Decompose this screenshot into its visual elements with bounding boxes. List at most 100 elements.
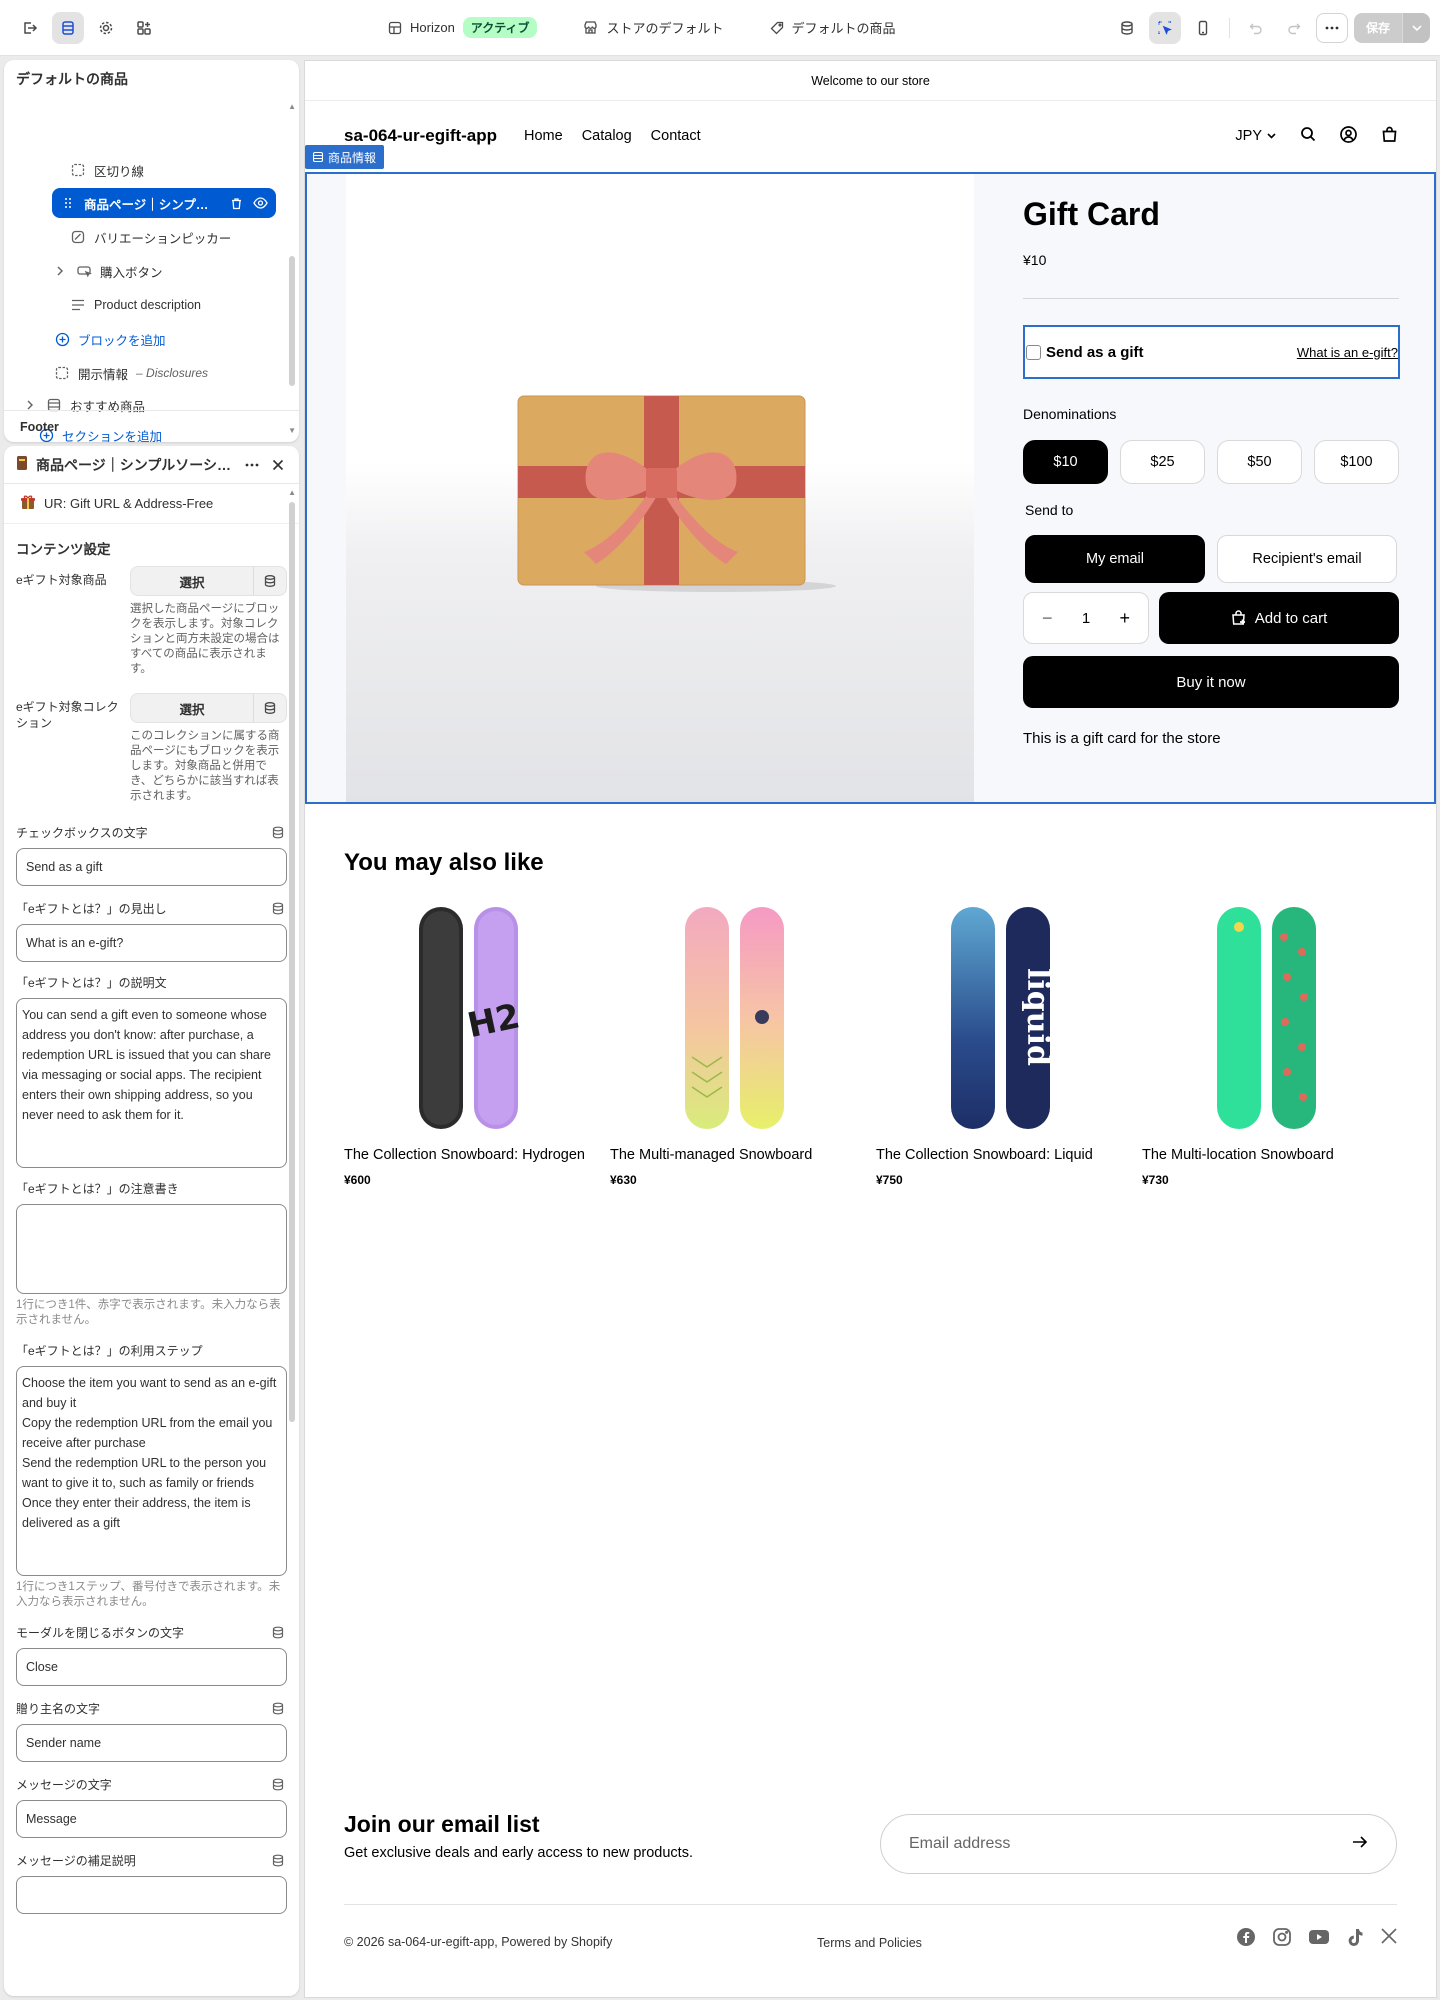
minus-icon[interactable]: − <box>1042 608 1053 629</box>
arrow-right-icon[interactable] <box>1352 1835 1368 1854</box>
terms-link[interactable]: Terms and Policies <box>817 1936 922 1950</box>
send-as-gift-checkbox[interactable] <box>1026 344 1041 360</box>
dynamic-source-icon[interactable] <box>269 826 287 839</box>
sender-name-input[interactable]: Sender name <box>16 1724 287 1762</box>
close-icon[interactable] <box>269 459 287 471</box>
tiktok-icon[interactable] <box>1346 1927 1364 1950</box>
tree-item-product-page-block[interactable]: 商品ページ｜シンプ… <box>52 188 276 218</box>
chevron-right-icon[interactable] <box>52 263 68 279</box>
select-collection-button[interactable]: 選択 <box>131 694 254 722</box>
what-is-egift-link[interactable]: What is an e-gift? <box>1297 345 1398 360</box>
section-label-tag[interactable]: 商品情報 <box>305 145 385 169</box>
dynamic-source-icon[interactable] <box>269 1702 287 1715</box>
dynamic-source-icon[interactable] <box>269 1778 287 1791</box>
checkbox-text-input[interactable]: Send as a gift <box>16 848 287 886</box>
select-product-button[interactable]: 選択 <box>131 567 254 595</box>
apps-icon[interactable] <box>128 12 160 44</box>
close-text-input[interactable]: Close <box>16 1648 287 1686</box>
youtube-icon[interactable] <box>1308 1927 1330 1950</box>
dynamic-source-icon[interactable] <box>269 1854 287 1867</box>
dynamic-source-icon[interactable] <box>254 694 286 722</box>
currency-selector[interactable]: JPY <box>1235 128 1276 144</box>
store-default-label: ストアのデフォルト <box>606 21 724 36</box>
email-field[interactable]: Email address <box>880 1814 1397 1874</box>
product-thumbnail[interactable] <box>1142 897 1390 1137</box>
inspector-cursor-icon[interactable] <box>1148 11 1181 44</box>
product-thumbnail[interactable]: liquid <box>876 897 1124 1137</box>
quantity-value[interactable]: 1 <box>1082 610 1090 627</box>
what-desc-textarea[interactable]: You can send a gift even to someone whos… <box>16 998 287 1168</box>
instagram-icon[interactable] <box>1272 1927 1292 1950</box>
buy-now-button[interactable]: Buy it now <box>1023 656 1399 708</box>
scroll-down-icon[interactable]: ▼ <box>288 426 296 435</box>
message-help-input[interactable] <box>16 1876 287 1914</box>
nav-contact[interactable]: Contact <box>651 128 701 144</box>
tree-item-buy-buttons[interactable]: 購入ボタン <box>52 256 163 286</box>
dynamic-source-icon[interactable] <box>269 902 287 915</box>
product-card-name[interactable]: The Collection Snowboard: Liquid <box>876 1147 1124 1163</box>
denomination-option[interactable]: $25 <box>1120 440 1205 484</box>
product-card[interactable]: The Multi-managed Snowboard ¥630 <box>610 897 858 1187</box>
nav-catalog[interactable]: Catalog <box>582 128 632 144</box>
scroll-up-icon[interactable]: ▲ <box>288 488 296 497</box>
store-default-selector[interactable]: ストアのデフォルト <box>575 12 731 43</box>
facebook-icon[interactable] <box>1236 1927 1256 1950</box>
theme-settings-gear-icon[interactable] <box>90 12 122 44</box>
eye-icon[interactable] <box>252 195 268 211</box>
tree-scrollbar[interactable] <box>289 256 295 386</box>
add-to-cart-button[interactable]: Add to cart <box>1159 592 1399 644</box>
message-input[interactable]: Message <box>16 1800 287 1838</box>
theme-selector[interactable]: Horizon アクティブ <box>380 11 545 44</box>
send-as-gift-box[interactable]: Send as a gift What is an e-gift? <box>1023 325 1400 379</box>
tree-item-product-description[interactable]: Product description <box>70 290 201 320</box>
denomination-option[interactable]: $10 <box>1023 440 1108 484</box>
product-card-name[interactable]: The Collection Snowboard: Hydrogen <box>344 1147 592 1163</box>
database-icon[interactable] <box>1111 12 1143 44</box>
denomination-option[interactable]: $100 <box>1314 440 1399 484</box>
product-default-selector[interactable]: デフォルトの商品 <box>762 12 904 43</box>
dynamic-source-icon[interactable] <box>269 1626 287 1639</box>
cart-icon[interactable] <box>1381 126 1398 147</box>
tree-item-variant-picker[interactable]: バリエーションピッカー <box>70 222 231 252</box>
product-card[interactable]: H2 The Collection Snowboard: Hydrogen ¥6… <box>344 897 592 1187</box>
product-thumbnail[interactable]: H2 <box>344 897 592 1137</box>
add-block-button[interactable]: ブロックを追加 <box>54 324 166 354</box>
send-to-my-email[interactable]: My email <box>1025 535 1205 583</box>
save-button[interactable]: 保存 <box>1353 12 1402 43</box>
plus-icon[interactable]: + <box>1119 608 1130 629</box>
search-icon[interactable] <box>1300 126 1316 146</box>
nav-home[interactable]: Home <box>524 128 563 144</box>
store-logo[interactable]: sa-064-ur-egift-app <box>344 126 497 146</box>
sections-icon[interactable] <box>52 11 84 44</box>
mobile-preview-icon[interactable] <box>1187 12 1219 44</box>
redo-icon[interactable] <box>1278 12 1310 44</box>
x-twitter-icon[interactable] <box>1380 1927 1398 1950</box>
undo-icon[interactable] <box>1240 12 1272 44</box>
settings-scrollbar[interactable] <box>289 502 295 1422</box>
tree-item-disclosures[interactable]: 開示情報 – Disclosures <box>54 358 208 388</box>
tree-title: デフォルトの商品 <box>16 71 128 87</box>
tree-item-divider[interactable]: 区切り線 <box>70 155 144 185</box>
dynamic-source-icon[interactable] <box>254 567 286 595</box>
what-note-textarea[interactable] <box>16 1204 287 1294</box>
product-info-section[interactable]: Gift Card ¥10 Send as a gift What is an … <box>305 172 1436 804</box>
product-card[interactable]: liquid The Collection Snowboard: Liquid … <box>876 897 1124 1187</box>
scroll-up-icon[interactable]: ▲ <box>288 102 296 111</box>
send-to-recipient-email[interactable]: Recipient's email <box>1217 535 1397 583</box>
what-heading-input[interactable]: What is an e-gift? <box>16 924 287 962</box>
product-thumbnail[interactable] <box>610 897 858 1137</box>
product-image[interactable] <box>346 174 974 802</box>
product-card-name[interactable]: The Multi-managed Snowboard <box>610 1147 858 1163</box>
drag-handle-icon[interactable] <box>60 195 76 211</box>
product-card-name[interactable]: The Multi-location Snowboard <box>1142 1147 1390 1163</box>
ellipsis-icon[interactable] <box>243 463 261 467</box>
account-icon[interactable] <box>1340 125 1357 147</box>
save-options-button[interactable] <box>1402 12 1430 43</box>
exit-icon[interactable] <box>14 12 46 44</box>
footer-group[interactable]: Footer <box>4 410 299 442</box>
more-actions-button[interactable] <box>1315 12 1348 43</box>
denomination-option[interactable]: $50 <box>1217 440 1302 484</box>
product-card[interactable]: The Multi-location Snowboard ¥730 <box>1142 897 1390 1187</box>
steps-textarea[interactable]: Choose the item you want to send as an e… <box>16 1366 287 1576</box>
trash-icon[interactable] <box>228 195 244 211</box>
